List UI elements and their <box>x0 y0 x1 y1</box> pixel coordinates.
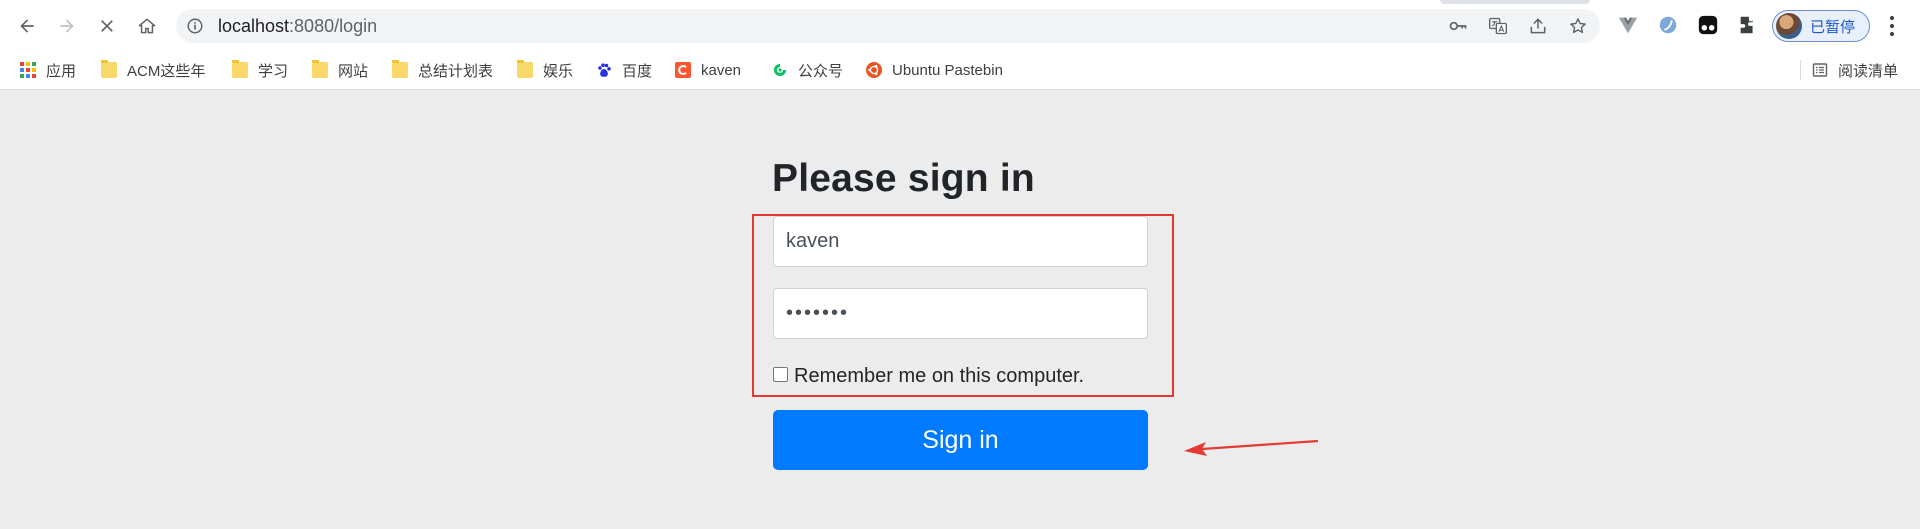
reading-list-button[interactable]: 阅读清单 <box>1800 58 1899 82</box>
ubuntu-icon <box>866 62 882 78</box>
bookmark-label: 应用 <box>46 62 77 80</box>
home-button[interactable] <box>131 10 163 42</box>
url-host: localhost <box>218 16 290 36</box>
remember-me-label: Remember me on this computer. <box>794 365 1085 387</box>
folder-icon <box>392 60 408 78</box>
bookmark-label: Ubuntu Pastebin <box>892 61 1003 79</box>
sign-in-label: Sign in <box>922 425 999 454</box>
tab-strip-edge <box>1440 0 1590 4</box>
bookmark-folder-acm[interactable]: ACM这些年 <box>101 58 205 82</box>
folder-icon <box>101 60 117 78</box>
apps-grid-icon <box>20 62 36 78</box>
username-input[interactable]: kaven <box>773 216 1148 267</box>
reading-list-icon <box>1812 63 1828 77</box>
extensions-puzzle-icon[interactable] <box>1736 13 1760 37</box>
remember-me-checkbox[interactable] <box>773 367 788 382</box>
divider <box>1800 60 1801 80</box>
close-x-icon <box>101 20 113 32</box>
bookmark-label: 娱乐 <box>543 62 574 80</box>
home-icon <box>138 18 156 34</box>
password-key-icon[interactable] <box>1448 16 1468 36</box>
bookmark-label: 总结计划表 <box>418 62 494 80</box>
bookmark-label: ACM这些年 <box>127 62 206 80</box>
bookmark-label: kaven <box>701 61 742 79</box>
forward-button[interactable] <box>51 10 83 42</box>
bookmark-apps[interactable]: 应用 <box>20 58 76 82</box>
folder-icon <box>517 60 533 78</box>
bookmark-label: 学习 <box>258 62 289 80</box>
reading-list-label: 阅读清单 <box>1838 62 1899 80</box>
password-value: ••••••• <box>786 302 850 324</box>
username-value: kaven <box>786 230 840 252</box>
ext-sphere-icon[interactable] <box>1656 13 1680 37</box>
folder-icon <box>312 60 328 78</box>
bookmark-baidu[interactable]: 百度 <box>596 58 652 82</box>
profile-status-label: 已暂停 <box>1810 18 1856 36</box>
sign-in-button[interactable]: Sign in <box>773 410 1148 470</box>
remember-me-row[interactable]: Remember me on this computer. <box>773 365 1084 388</box>
wechat-swirl-icon <box>774 64 786 76</box>
url-path: :8080/login <box>289 16 378 36</box>
browser-toolbar: localhost:8080/login 已暂停 <box>0 0 1920 51</box>
bookmark-wechat-account[interactable]: 公众号 <box>772 58 843 82</box>
browser-menu-icon[interactable] <box>1882 14 1902 38</box>
bookmark-ubuntu-pastebin[interactable]: Ubuntu Pastebin <box>866 58 1003 82</box>
bookmarks-bar: 应用 ACM这些年 学习 网站 总结计划表 娱乐 百度 kaven 公众号 Ub… <box>0 51 1920 90</box>
page-title: Please sign in <box>772 157 1035 200</box>
back-button[interactable] <box>11 10 43 42</box>
baidu-paw-icon <box>598 63 611 77</box>
vue-devtools-icon[interactable] <box>1616 13 1640 37</box>
password-input[interactable]: ••••••• <box>773 288 1148 339</box>
bookmark-label: 公众号 <box>798 62 844 80</box>
annotation-arrow <box>1184 439 1319 456</box>
translate-icon[interactable] <box>1488 16 1508 36</box>
profile-button[interactable]: 已暂停 <box>1772 10 1870 42</box>
bookmark-folder-plans[interactable]: 总结计划表 <box>392 58 493 82</box>
bookmark-folder-entertainment[interactable]: 娱乐 <box>517 58 573 82</box>
site-info-icon[interactable] <box>186 17 204 35</box>
folder-icon <box>232 60 248 78</box>
bookmark-folder-websites[interactable]: 网站 <box>312 58 368 82</box>
address-bar[interactable]: localhost:8080/login <box>176 9 1600 43</box>
avatar <box>1776 13 1802 39</box>
bookmark-label: 百度 <box>622 62 653 80</box>
forward-arrow-icon <box>60 19 74 33</box>
csdn-c-icon <box>675 62 691 78</box>
share-icon[interactable] <box>1528 16 1548 36</box>
bookmark-label: 网站 <box>338 62 369 80</box>
stop-loading-button[interactable] <box>91 10 123 42</box>
back-arrow-icon <box>20 19 34 33</box>
bookmark-kaven[interactable]: kaven <box>675 58 741 82</box>
bookmark-folder-study[interactable]: 学习 <box>232 58 288 82</box>
url-text[interactable]: localhost:8080/login <box>218 16 377 37</box>
bookmark-star-icon[interactable] <box>1568 16 1588 36</box>
tampermonkey-icon[interactable] <box>1696 13 1720 37</box>
